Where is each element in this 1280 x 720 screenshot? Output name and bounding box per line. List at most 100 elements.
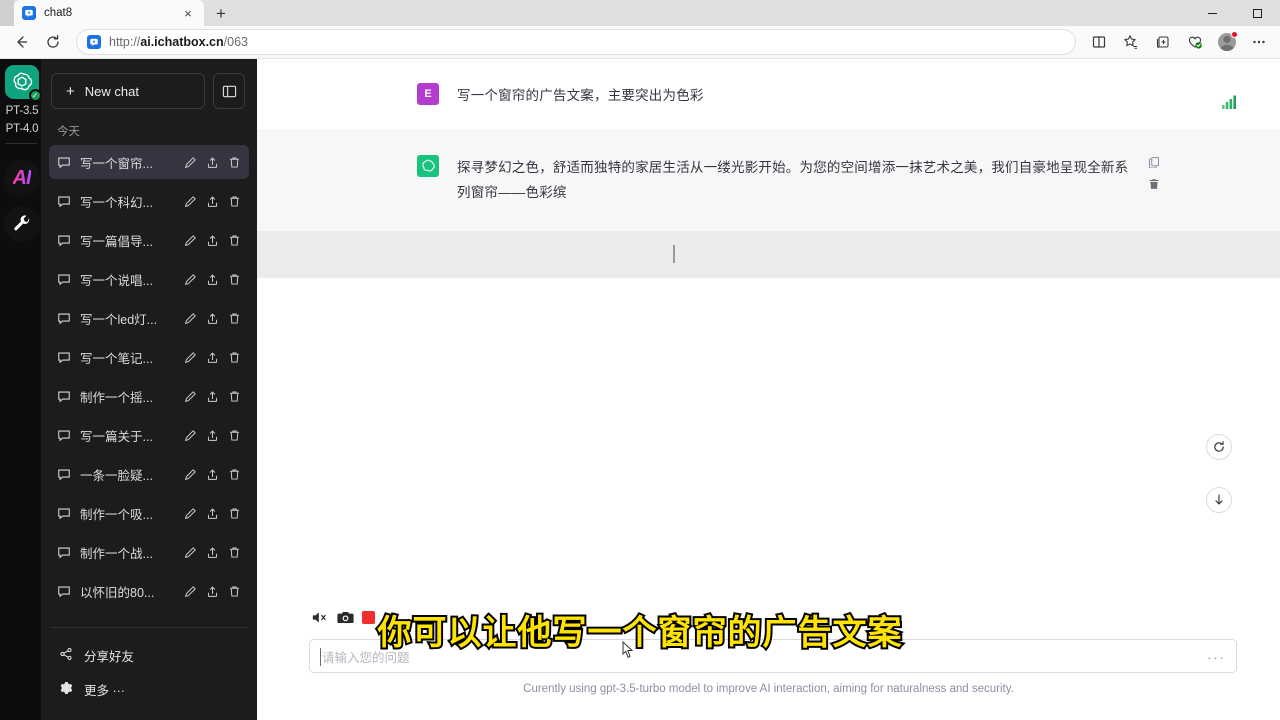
share-icon[interactable]	[206, 351, 219, 364]
chat-bubble-icon	[57, 428, 71, 442]
delete-icon[interactable]	[228, 429, 241, 442]
browser-essentials-icon[interactable]	[1180, 28, 1210, 56]
copy-icon[interactable]	[1148, 156, 1160, 168]
delete-icon[interactable]	[228, 273, 241, 286]
chat-history-item[interactable]: 写一个科幻...	[49, 184, 249, 218]
sidebar-header: + New chat	[41, 59, 257, 119]
collections-icon[interactable]	[1148, 28, 1178, 56]
chat-history-item[interactable]: 写一个说唱...	[49, 262, 249, 296]
edit-icon[interactable]	[184, 390, 197, 403]
delete-icon[interactable]	[228, 351, 241, 364]
edit-icon[interactable]	[184, 546, 197, 559]
edit-icon[interactable]	[184, 195, 197, 208]
share-icon[interactable]	[206, 390, 219, 403]
regenerate-icon[interactable]	[1206, 434, 1232, 460]
share-icon[interactable]	[206, 234, 219, 247]
scroll-to-bottom-icon[interactable]	[1206, 487, 1232, 513]
chat-item-actions	[184, 585, 241, 598]
delete-icon[interactable]	[228, 195, 241, 208]
url-path: /063	[223, 35, 248, 49]
delete-icon[interactable]	[228, 585, 241, 598]
edit-icon[interactable]	[184, 234, 197, 247]
chat-history-item[interactable]: 制作一个摇...	[49, 379, 249, 413]
edit-icon[interactable]	[184, 585, 197, 598]
recording-indicator[interactable]	[362, 611, 375, 624]
chat-history-label: 以怀旧的80...	[80, 585, 155, 600]
delete-icon[interactable]	[1148, 178, 1160, 190]
back-arrow-icon[interactable]	[6, 28, 36, 56]
floating-action-buttons	[1206, 434, 1232, 513]
edit-icon[interactable]	[184, 468, 197, 481]
edit-icon[interactable]	[184, 273, 197, 286]
browser-window: chat8 × + http://ai.ichatbox.cn/063 ✓ PT…	[0, 0, 1280, 720]
chat-history-item[interactable]: 以怀旧的80...	[49, 574, 249, 608]
browser-tab[interactable]: chat8 ×	[14, 0, 204, 26]
share-icon[interactable]	[206, 507, 219, 520]
minimize-button[interactable]	[1190, 0, 1235, 26]
message-actions[interactable]	[1148, 156, 1160, 190]
edit-icon[interactable]	[184, 312, 197, 325]
delete-icon[interactable]	[228, 468, 241, 481]
chat-history-item[interactable]: 写一篇倡导...	[49, 223, 249, 257]
mute-speaker-icon[interactable]	[312, 610, 329, 625]
wrench-icon[interactable]	[3, 206, 40, 242]
share-icon[interactable]	[206, 195, 219, 208]
sidebar-footer: 分享好友 更多 ···	[41, 632, 257, 720]
profile-avatar[interactable]	[1212, 28, 1242, 56]
edit-icon[interactable]	[184, 156, 197, 169]
chat-item-actions	[184, 156, 241, 169]
chat-history-item[interactable]: 写一个笔记...	[49, 340, 249, 374]
chat-history-item[interactable]: 写一个led灯...	[49, 301, 249, 335]
chat-history-label: 写一个科幻...	[80, 195, 153, 210]
sidebar-item-more[interactable]: 更多 ···	[49, 672, 249, 706]
edit-icon[interactable]	[184, 507, 197, 520]
favorites-star-icon[interactable]	[1116, 28, 1146, 56]
close-icon[interactable]: ×	[180, 5, 196, 21]
delete-icon[interactable]	[228, 156, 241, 169]
camera-icon[interactable]	[337, 610, 354, 625]
input-more-icon[interactable]: ···	[1207, 650, 1226, 665]
share-icon[interactable]	[206, 585, 219, 598]
chat-input[interactable]: 请输入您的问题 ···	[309, 639, 1237, 673]
chat-history-item[interactable]: 制作一个吸...	[49, 496, 249, 530]
chat-history-item[interactable]: 写一个窗帘...	[49, 145, 249, 179]
edit-icon[interactable]	[184, 351, 197, 364]
address-bar[interactable]: http://ai.ichatbox.cn/063	[76, 29, 1076, 55]
share-icon[interactable]	[206, 312, 219, 325]
gear-icon	[59, 681, 73, 698]
delete-icon[interactable]	[228, 312, 241, 325]
chat-main: E 写一个窗帘的广告文案，主要突出为色彩 探寻梦幻之色，舒适而独特的家居生活从一…	[257, 59, 1280, 720]
share-icon[interactable]	[206, 468, 219, 481]
delete-icon[interactable]	[228, 546, 241, 559]
signal-bars-icon	[1222, 95, 1238, 114]
delete-icon[interactable]	[228, 390, 241, 403]
chat-history-list[interactable]: 写一个窗帘... 写一个科幻... 写一篇倡导... 写一个说唱... 写一个led灯.…	[41, 145, 257, 623]
chat-item-actions	[184, 234, 241, 247]
share-icon[interactable]	[206, 273, 219, 286]
sidebar-toggle-icon[interactable]	[213, 73, 245, 109]
share-icon[interactable]	[206, 429, 219, 442]
chat-item-actions	[184, 546, 241, 559]
message-streaming	[257, 231, 1280, 278]
chat-item-actions	[184, 429, 241, 442]
chat-history-item[interactable]: 一条一脸疑...	[49, 457, 249, 491]
reload-icon[interactable]	[38, 28, 68, 56]
chat-history-item[interactable]: 制作一个战...	[49, 535, 249, 569]
new-chat-button[interactable]: + New chat	[51, 73, 205, 109]
chat-history-item[interactable]: 写一篇关于...	[49, 418, 249, 452]
delete-icon[interactable]	[228, 507, 241, 520]
rail-divider	[4, 143, 37, 144]
settings-more-icon[interactable]	[1244, 28, 1274, 56]
share-icon[interactable]	[206, 156, 219, 169]
share-icon[interactable]	[206, 546, 219, 559]
new-tab-button[interactable]: +	[208, 2, 234, 24]
maximize-button[interactable]	[1235, 0, 1280, 26]
split-screen-icon[interactable]	[1084, 28, 1114, 56]
sidebar-item-share-friends[interactable]: 分享好友	[49, 638, 249, 672]
openai-logo[interactable]: ✓	[4, 65, 42, 102]
assistant-message-text: 探寻梦幻之色，舒适而独特的家居生活从一缕光影开始。为您的空间增添一抹艺术之美，我…	[457, 160, 1129, 200]
delete-icon[interactable]	[228, 234, 241, 247]
ai-app-icon[interactable]: AI	[3, 160, 40, 196]
notification-badge	[1231, 31, 1238, 38]
edit-icon[interactable]	[184, 429, 197, 442]
